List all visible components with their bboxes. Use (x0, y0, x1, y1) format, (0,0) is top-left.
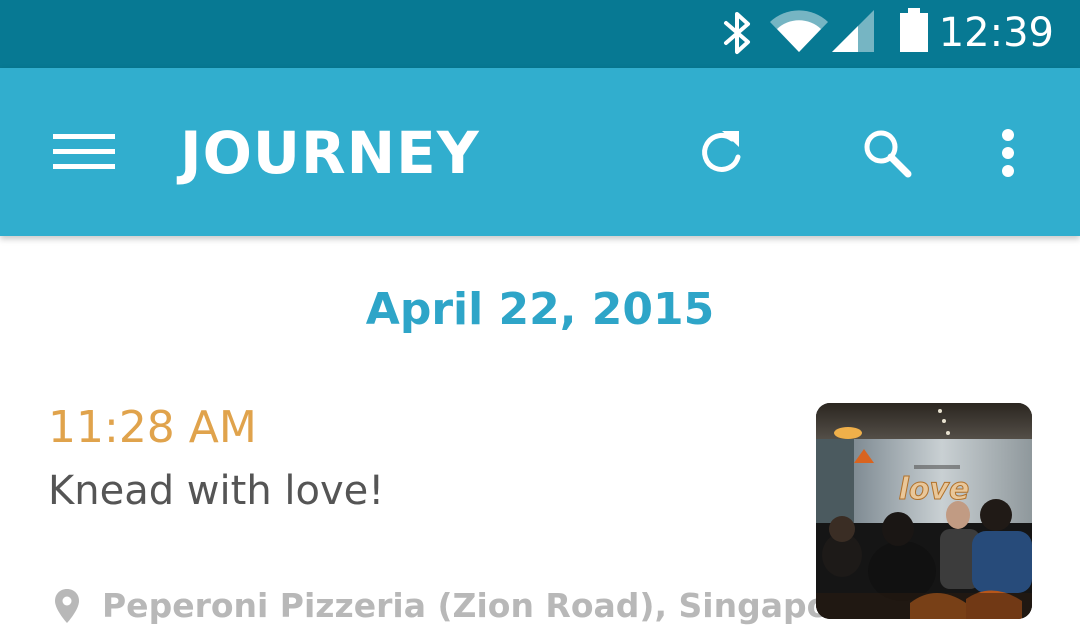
entry-location: Peperoni Pizzeria (Zion Road), Singapore (54, 586, 868, 625)
battery-icon (898, 6, 930, 59)
bluetooth-icon (718, 8, 758, 63)
wifi-icon (768, 10, 830, 59)
status-time: 12:39 (938, 10, 1054, 56)
search-icon[interactable] (854, 120, 920, 186)
date-header: April 22, 2015 (365, 284, 715, 335)
menu-icon[interactable] (48, 120, 120, 184)
entry-time: 11:28 AM (48, 402, 257, 453)
location-pin-icon (54, 588, 80, 624)
app-title: JOURNEY (180, 119, 480, 187)
app-bar: JOURNEY (0, 68, 1080, 236)
status-bar: 12:39 (0, 0, 1080, 68)
sync-icon[interactable] (690, 120, 754, 184)
journal-entry[interactable]: 11:28 AM Knead with love! Peperoni Pizze… (0, 380, 1080, 630)
entry-location-label: Peperoni Pizzeria (Zion Road), Singapore (102, 586, 868, 625)
cell-signal-icon (830, 10, 876, 59)
more-vert-icon[interactable] (984, 120, 1032, 186)
entry-text: Knead with love! (48, 468, 385, 514)
entry-photo-thumbnail[interactable]: love (816, 403, 1032, 619)
